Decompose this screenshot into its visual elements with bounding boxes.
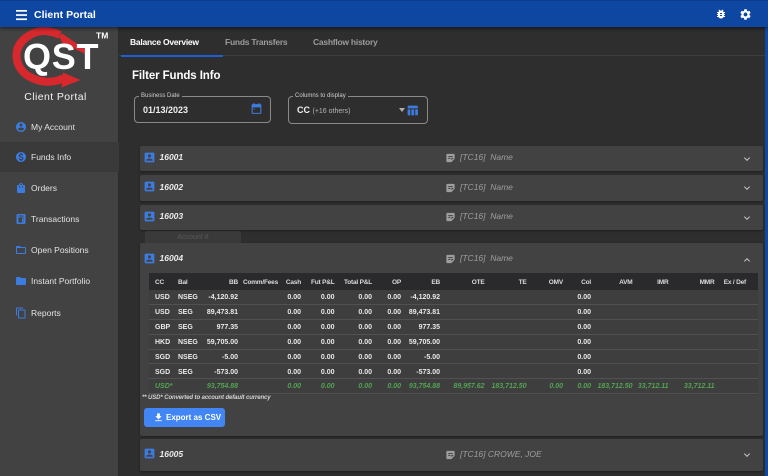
svg-text:QST: QST bbox=[23, 36, 99, 77]
svg-text:TM: TM bbox=[96, 30, 108, 40]
